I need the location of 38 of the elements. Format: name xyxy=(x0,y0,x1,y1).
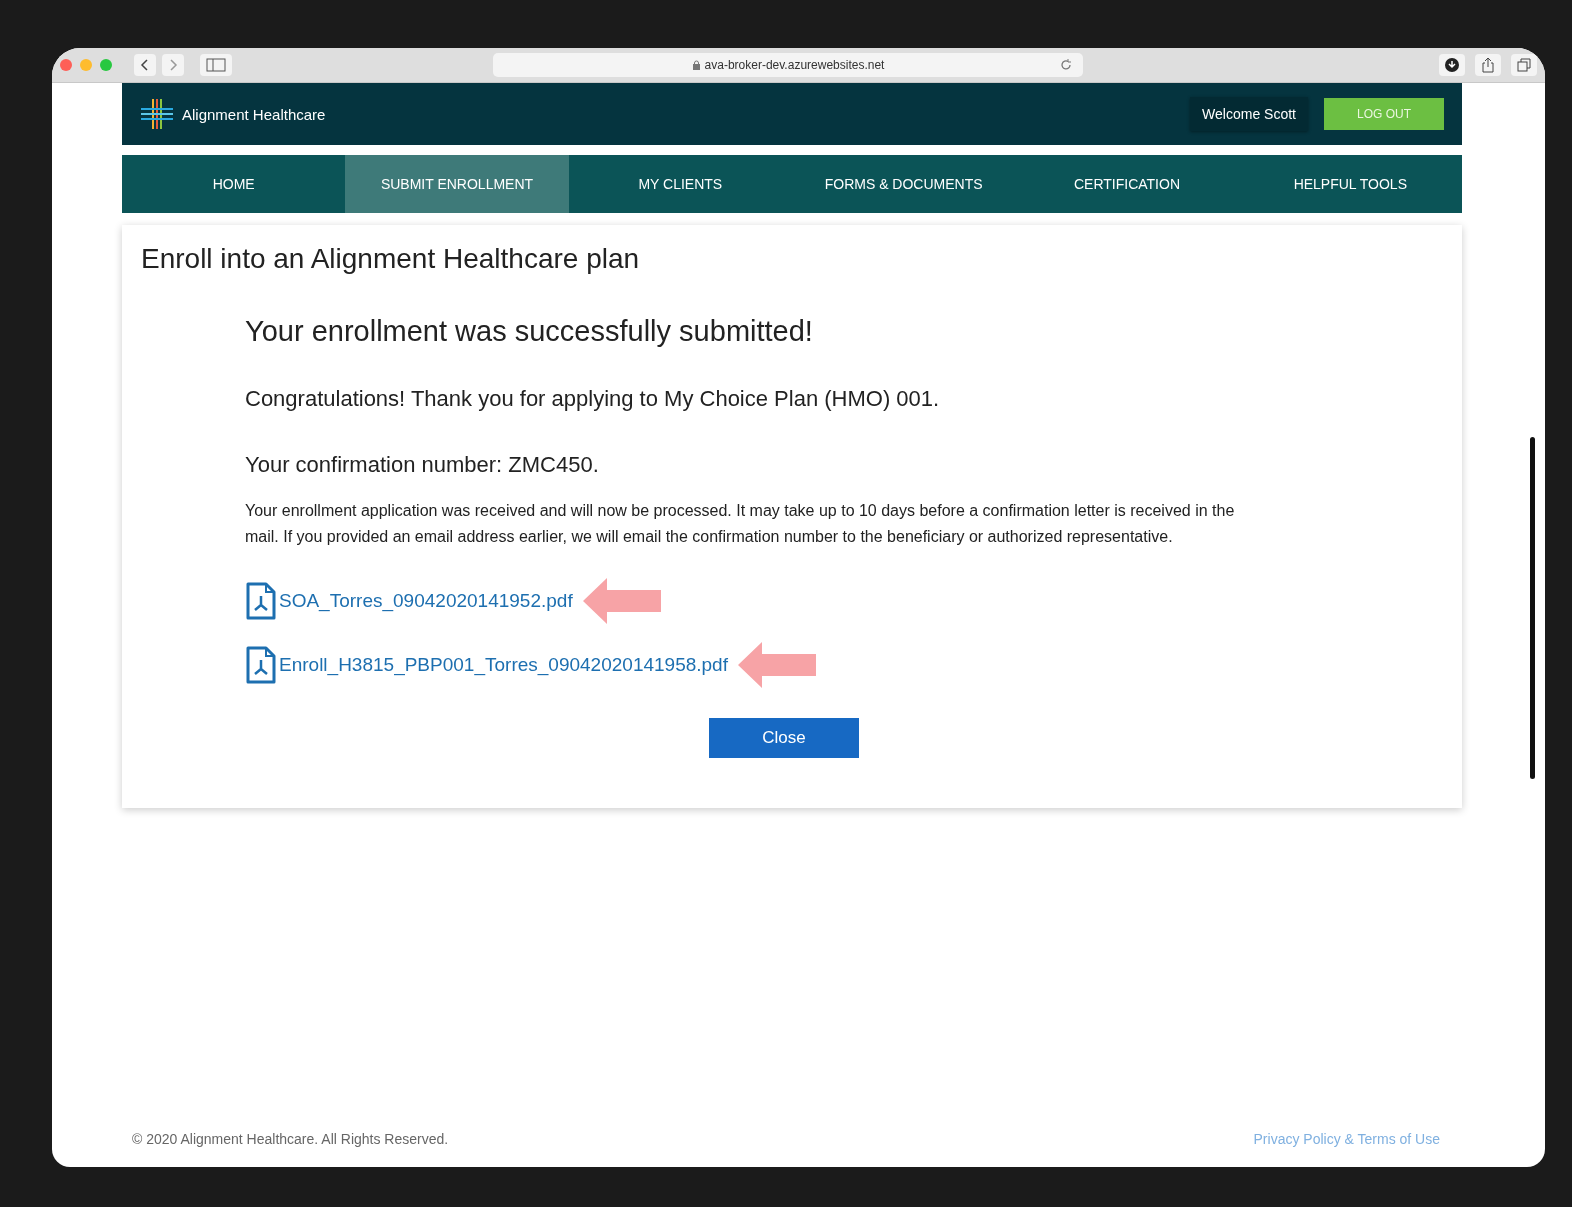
chevron-left-icon xyxy=(140,59,150,71)
success-heading: Your enrollment was successfully submitted! xyxy=(245,315,814,348)
nav-tab[interactable]: CERTIFICATION xyxy=(1015,155,1239,213)
nav-tab[interactable]: FORMS & DOCUMENTS xyxy=(792,155,1016,213)
arrow-icon xyxy=(737,642,816,688)
file-link[interactable]: SOA_Torres_09042020141952.pdf xyxy=(279,590,573,612)
nav-tab[interactable]: MY CLIENTS xyxy=(568,155,792,213)
back-button[interactable] xyxy=(134,54,156,76)
info-paragraph: Your enrollment application was received and will now be processed. It may take up to 10 days before a confirmation letter is received in the mail. If you provided an email address earlier, we will email the confirmation number to the beneficiary or authorized representative. xyxy=(245,501,1236,547)
address-bar[interactable]: ava-broker-dev.azurewebsites.net xyxy=(493,53,1083,77)
close-button[interactable]: Close xyxy=(709,718,859,758)
lock-icon xyxy=(691,60,701,70)
forward-button[interactable] xyxy=(162,54,184,76)
share-button[interactable] xyxy=(1475,54,1501,76)
arrow-icon xyxy=(582,578,661,624)
logo-icon xyxy=(140,97,174,131)
page-title: Enroll into an Alignment Healthcare plan xyxy=(141,243,641,275)
brand-name: Alignment Healthcare xyxy=(182,105,326,123)
tabs-icon xyxy=(1517,58,1531,72)
scrollbar[interactable] xyxy=(1530,437,1535,779)
share-icon xyxy=(1481,57,1495,73)
reload-icon[interactable] xyxy=(1059,58,1073,72)
sidebar-button[interactable] xyxy=(200,54,232,76)
chevron-right-icon xyxy=(168,59,178,71)
thanks-text: Congratulations! Thank you for applying to My Choice Plan (HMO) 001. xyxy=(245,386,941,412)
nav-tab[interactable]: HELPFUL TOOLS xyxy=(1238,155,1462,213)
nav-tab[interactable]: SUBMIT ENROLLMENT xyxy=(345,155,569,213)
welcome-label: Welcome Scott xyxy=(1190,97,1308,131)
confirmation-text: Your confirmation number: ZMC450. xyxy=(245,452,600,478)
pdf-file-icon xyxy=(245,582,277,620)
download-icon xyxy=(1445,58,1459,72)
file-link[interactable]: Enroll_H3815_PBP001_Torres_09042020141958.pdf xyxy=(279,654,728,676)
nav-tab[interactable]: HOME xyxy=(122,155,346,213)
download-button[interactable] xyxy=(1439,54,1465,76)
tabs-button[interactable] xyxy=(1511,54,1537,76)
sidebar-icon xyxy=(206,58,226,72)
copyright-text: © 2020 Alignment Healthcare. All Rights Reserved. xyxy=(132,1131,449,1147)
pdf-file-icon xyxy=(245,646,277,684)
